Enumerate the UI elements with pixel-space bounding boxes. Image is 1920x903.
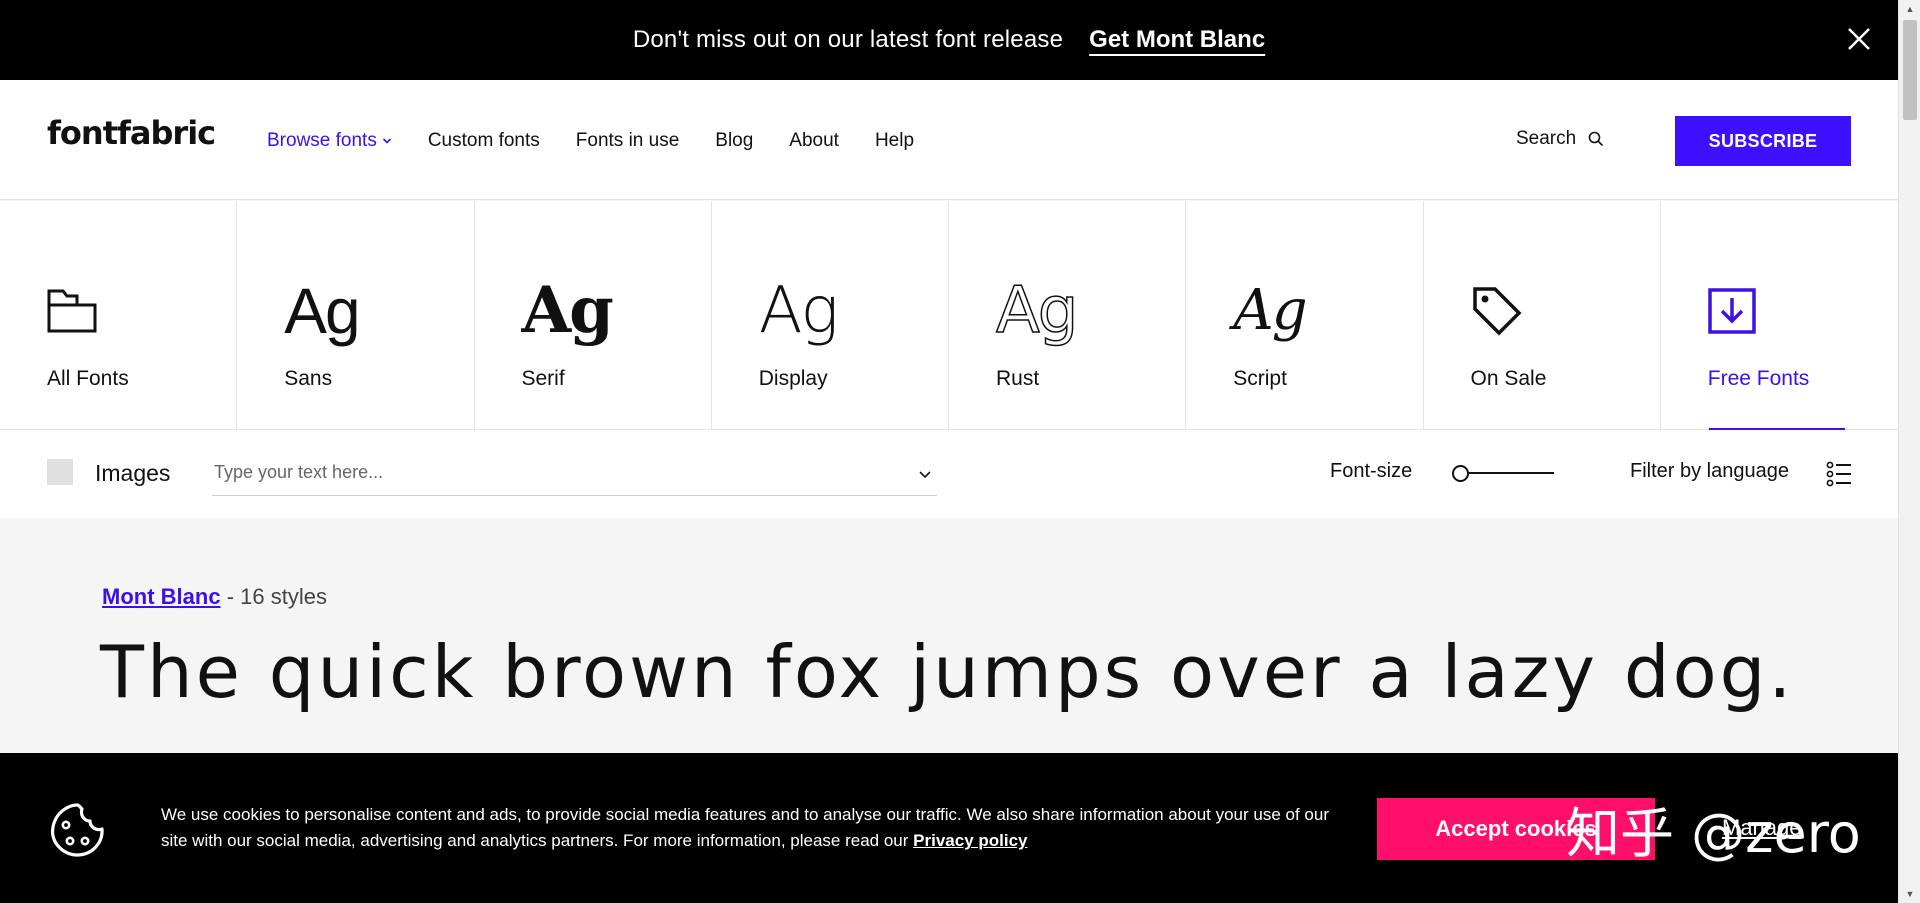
nav-about[interactable]: About	[789, 130, 839, 152]
category-serif[interactable]: Ag Serif	[475, 201, 712, 429]
rust-glyph: Ag	[995, 274, 1079, 348]
cookie-banner: We use cookies to personalise content an…	[0, 753, 1898, 903]
manage-cookies-link[interactable]: Manage	[1722, 815, 1802, 841]
category-label: Serif	[521, 367, 565, 390]
category-label: Rust	[996, 367, 1040, 390]
scroll-down-arrow[interactable]: ▼	[1899, 885, 1920, 903]
cookie-text: We use cookies to personalise content an…	[161, 802, 1331, 854]
search-label: Search	[1516, 128, 1577, 149]
page-scrollbar[interactable]: ▲ ▼	[1898, 0, 1920, 903]
nav-fonts-in-use[interactable]: Fonts in use	[576, 130, 680, 152]
accept-cookies-button[interactable]: Accept cookies	[1377, 798, 1655, 860]
scroll-up-arrow[interactable]: ▲	[1899, 0, 1920, 18]
category-free-fonts[interactable]: Free Fonts	[1661, 201, 1898, 430]
logo[interactable]: fontfabric	[47, 114, 216, 152]
privacy-policy-link[interactable]: Privacy policy	[913, 831, 1027, 850]
font-card-header: Mont Blanc - 16 styles	[102, 584, 327, 610]
cookie-message: We use cookies to personalise content an…	[161, 805, 1330, 850]
main-nav: Browse fonts Custom fonts Fonts in use B…	[267, 130, 950, 152]
close-icon[interactable]	[1844, 24, 1874, 54]
search-button[interactable]: Search	[1516, 128, 1604, 150]
nav-custom-fonts[interactable]: Custom fonts	[428, 130, 540, 152]
page: Don't miss out on our latest font releas…	[0, 0, 1898, 903]
font-styles-count: - 16 styles	[226, 584, 327, 609]
images-label: Images	[95, 460, 171, 486]
nav-help[interactable]: Help	[875, 130, 914, 152]
category-bar: All Fonts Ag Sans Ag Serif Ag Display Ag…	[0, 201, 1898, 430]
folder-icon	[47, 279, 97, 343]
font-card: Mont Blanc - 16 styles The quick brown f…	[0, 518, 1898, 753]
cookie-icon	[51, 803, 104, 857]
category-script[interactable]: Ag Script	[1186, 201, 1424, 429]
tag-icon	[1471, 279, 1523, 343]
subscribe-button[interactable]: SUBSCRIBE	[1675, 116, 1851, 166]
search-icon	[1588, 131, 1604, 147]
category-label: Display	[758, 367, 828, 390]
list-icon[interactable]	[1826, 461, 1852, 487]
chevron-down-icon[interactable]	[918, 470, 932, 480]
filter-bar: Images Font-size Filter by language	[0, 430, 1898, 518]
category-label: On Sale	[1470, 367, 1547, 390]
category-label: Free Fonts	[1707, 367, 1810, 390]
chevron-down-icon	[382, 138, 391, 144]
promo-text: Don't miss out on our latest font releas…	[632, 26, 1064, 53]
promo-link[interactable]: Get Mont Blanc	[1089, 26, 1265, 54]
category-label: All Fonts	[47, 367, 129, 390]
serif-glyph: Ag	[521, 273, 614, 348]
sans-glyph: Ag	[284, 275, 360, 347]
display-glyph: Ag	[758, 274, 839, 348]
slider-track	[1460, 472, 1554, 474]
promo-banner: Don't miss out on our latest font releas…	[0, 0, 1898, 80]
slider-thumb[interactable]	[1452, 465, 1469, 482]
nav-blog[interactable]: Blog	[715, 130, 753, 152]
category-on-sale[interactable]: On Sale	[1424, 201, 1661, 429]
nav-browse-fonts[interactable]: Browse fonts	[267, 130, 392, 152]
images-checkbox[interactable]	[47, 459, 73, 485]
category-all-fonts[interactable]: All Fonts	[0, 201, 238, 429]
category-sans[interactable]: Ag Sans	[237, 201, 475, 429]
category-label: Script	[1233, 367, 1287, 390]
category-rust[interactable]: Ag Rust	[949, 201, 1187, 429]
font-name-link[interactable]: Mont Blanc	[102, 584, 221, 609]
download-icon	[1708, 279, 1756, 343]
font-size-label: Font-size	[1330, 460, 1413, 482]
sample-text-input[interactable]	[212, 450, 937, 496]
nav-label: Browse fonts	[267, 130, 377, 151]
font-size-slider[interactable]	[1452, 463, 1556, 483]
language-filter-label[interactable]: Filter by language	[1630, 460, 1789, 483]
font-sample-text[interactable]: The quick brown fox jumps over a lazy do…	[100, 630, 1794, 714]
category-display[interactable]: Ag Display	[712, 201, 949, 429]
category-label: Sans	[284, 367, 333, 390]
script-glyph: Ag	[1233, 278, 1307, 343]
scrollbar-thumb[interactable]	[1903, 20, 1917, 120]
site-header: fontfabric Browse fonts Custom fonts Fon…	[0, 80, 1898, 200]
